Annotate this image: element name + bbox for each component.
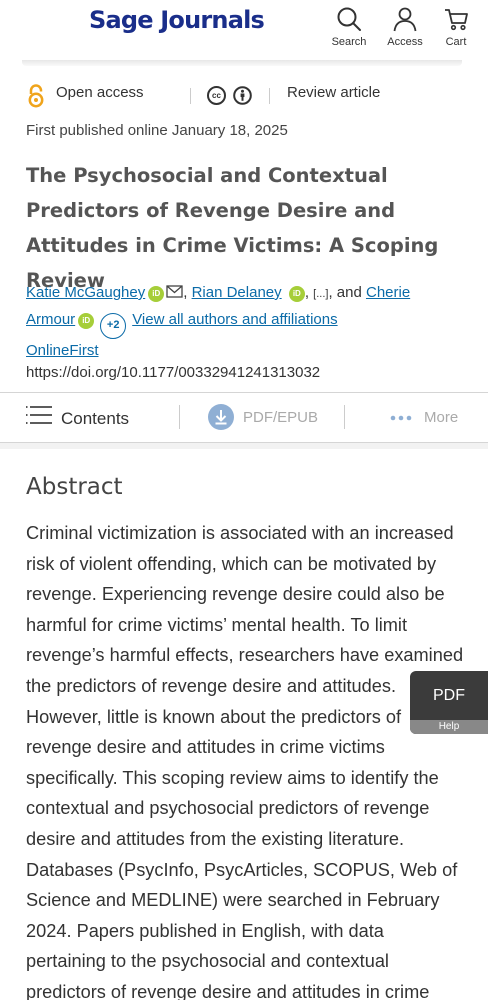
toolbar-divider [179, 405, 180, 429]
open-access-icon [28, 84, 44, 108]
floating-pdf-button[interactable]: PDF Help [410, 671, 488, 734]
meta-divider [190, 88, 191, 104]
mail-icon[interactable] [166, 285, 183, 298]
section-divider [0, 443, 488, 449]
pdf-label: PDF [433, 687, 465, 704]
help-button[interactable]: Help [410, 720, 488, 734]
cart-label: Cart [445, 36, 467, 48]
more-dots-icon [390, 415, 412, 421]
author-link[interactable]: Rian Delaney [192, 284, 282, 301]
contents-label: Contents [61, 409, 130, 428]
contents-button[interactable]: Contents [26, 393, 166, 442]
header-shadow [22, 60, 462, 66]
access-label: Access [387, 36, 423, 48]
download-icon [208, 404, 234, 430]
author-link[interactable]: Cherie [366, 284, 410, 301]
authors-block: Katie McGaughey iD, Rian Delaney iD, [...… [26, 280, 466, 339]
meta-divider [269, 88, 270, 104]
creative-commons-icon[interactable]: cc [207, 86, 226, 105]
orcid-icon[interactable]: iD [148, 286, 165, 302]
orcid-icon[interactable]: iD [78, 313, 95, 329]
orcid-icon[interactable]: iD [288, 286, 305, 302]
article-type-label: Review article [287, 84, 381, 101]
more-authors-button[interactable]: +2 [100, 313, 127, 339]
online-first-link[interactable]: OnlineFirst [26, 342, 99, 359]
sage-journals-logo[interactable]: Sage Journals [89, 6, 265, 34]
user-icon [393, 7, 417, 32]
search-label: Search [331, 36, 367, 48]
author-link[interactable]: Armour [26, 311, 75, 328]
abstract-text: Criminal victimization is associated wit… [26, 523, 464, 1000]
author-link[interactable]: Katie McGaughey [26, 284, 145, 301]
authors-ellipsis[interactable]: [...] [313, 288, 328, 300]
cart-button[interactable]: Cart [428, 6, 484, 54]
search-button[interactable]: Search [321, 6, 377, 54]
article-toolbar: Contents PDF/EPUB More [0, 392, 488, 443]
site-header: Sage Journals Search Access Cart [0, 0, 488, 60]
doi-text[interactable]: https://doi.org/10.1177/0033294124131303… [26, 364, 320, 381]
article-title: The Psychosocial and Contextual Predicto… [26, 164, 439, 292]
pdf-epub-button[interactable]: PDF/EPUB [208, 393, 328, 442]
attribution-icon[interactable] [233, 86, 252, 105]
authors-and: and [336, 284, 362, 301]
abstract-heading: Abstract [26, 474, 123, 500]
pdf-epub-label: PDF/EPUB [243, 409, 319, 426]
cart-icon [445, 9, 468, 31]
open-access-label: Open access [56, 84, 144, 101]
publication-date: First published online January 18, 2025 [26, 122, 288, 139]
toolbar-divider [344, 405, 345, 429]
access-button[interactable]: Access [377, 6, 433, 54]
article-meta-row: Open access cc Review article [26, 84, 466, 108]
search-icon [337, 7, 361, 31]
list-icon [26, 406, 52, 424]
more-button[interactable]: More [390, 393, 470, 442]
more-label: More [424, 409, 459, 426]
view-all-authors-link[interactable]: View all authors and affiliations [132, 311, 337, 328]
